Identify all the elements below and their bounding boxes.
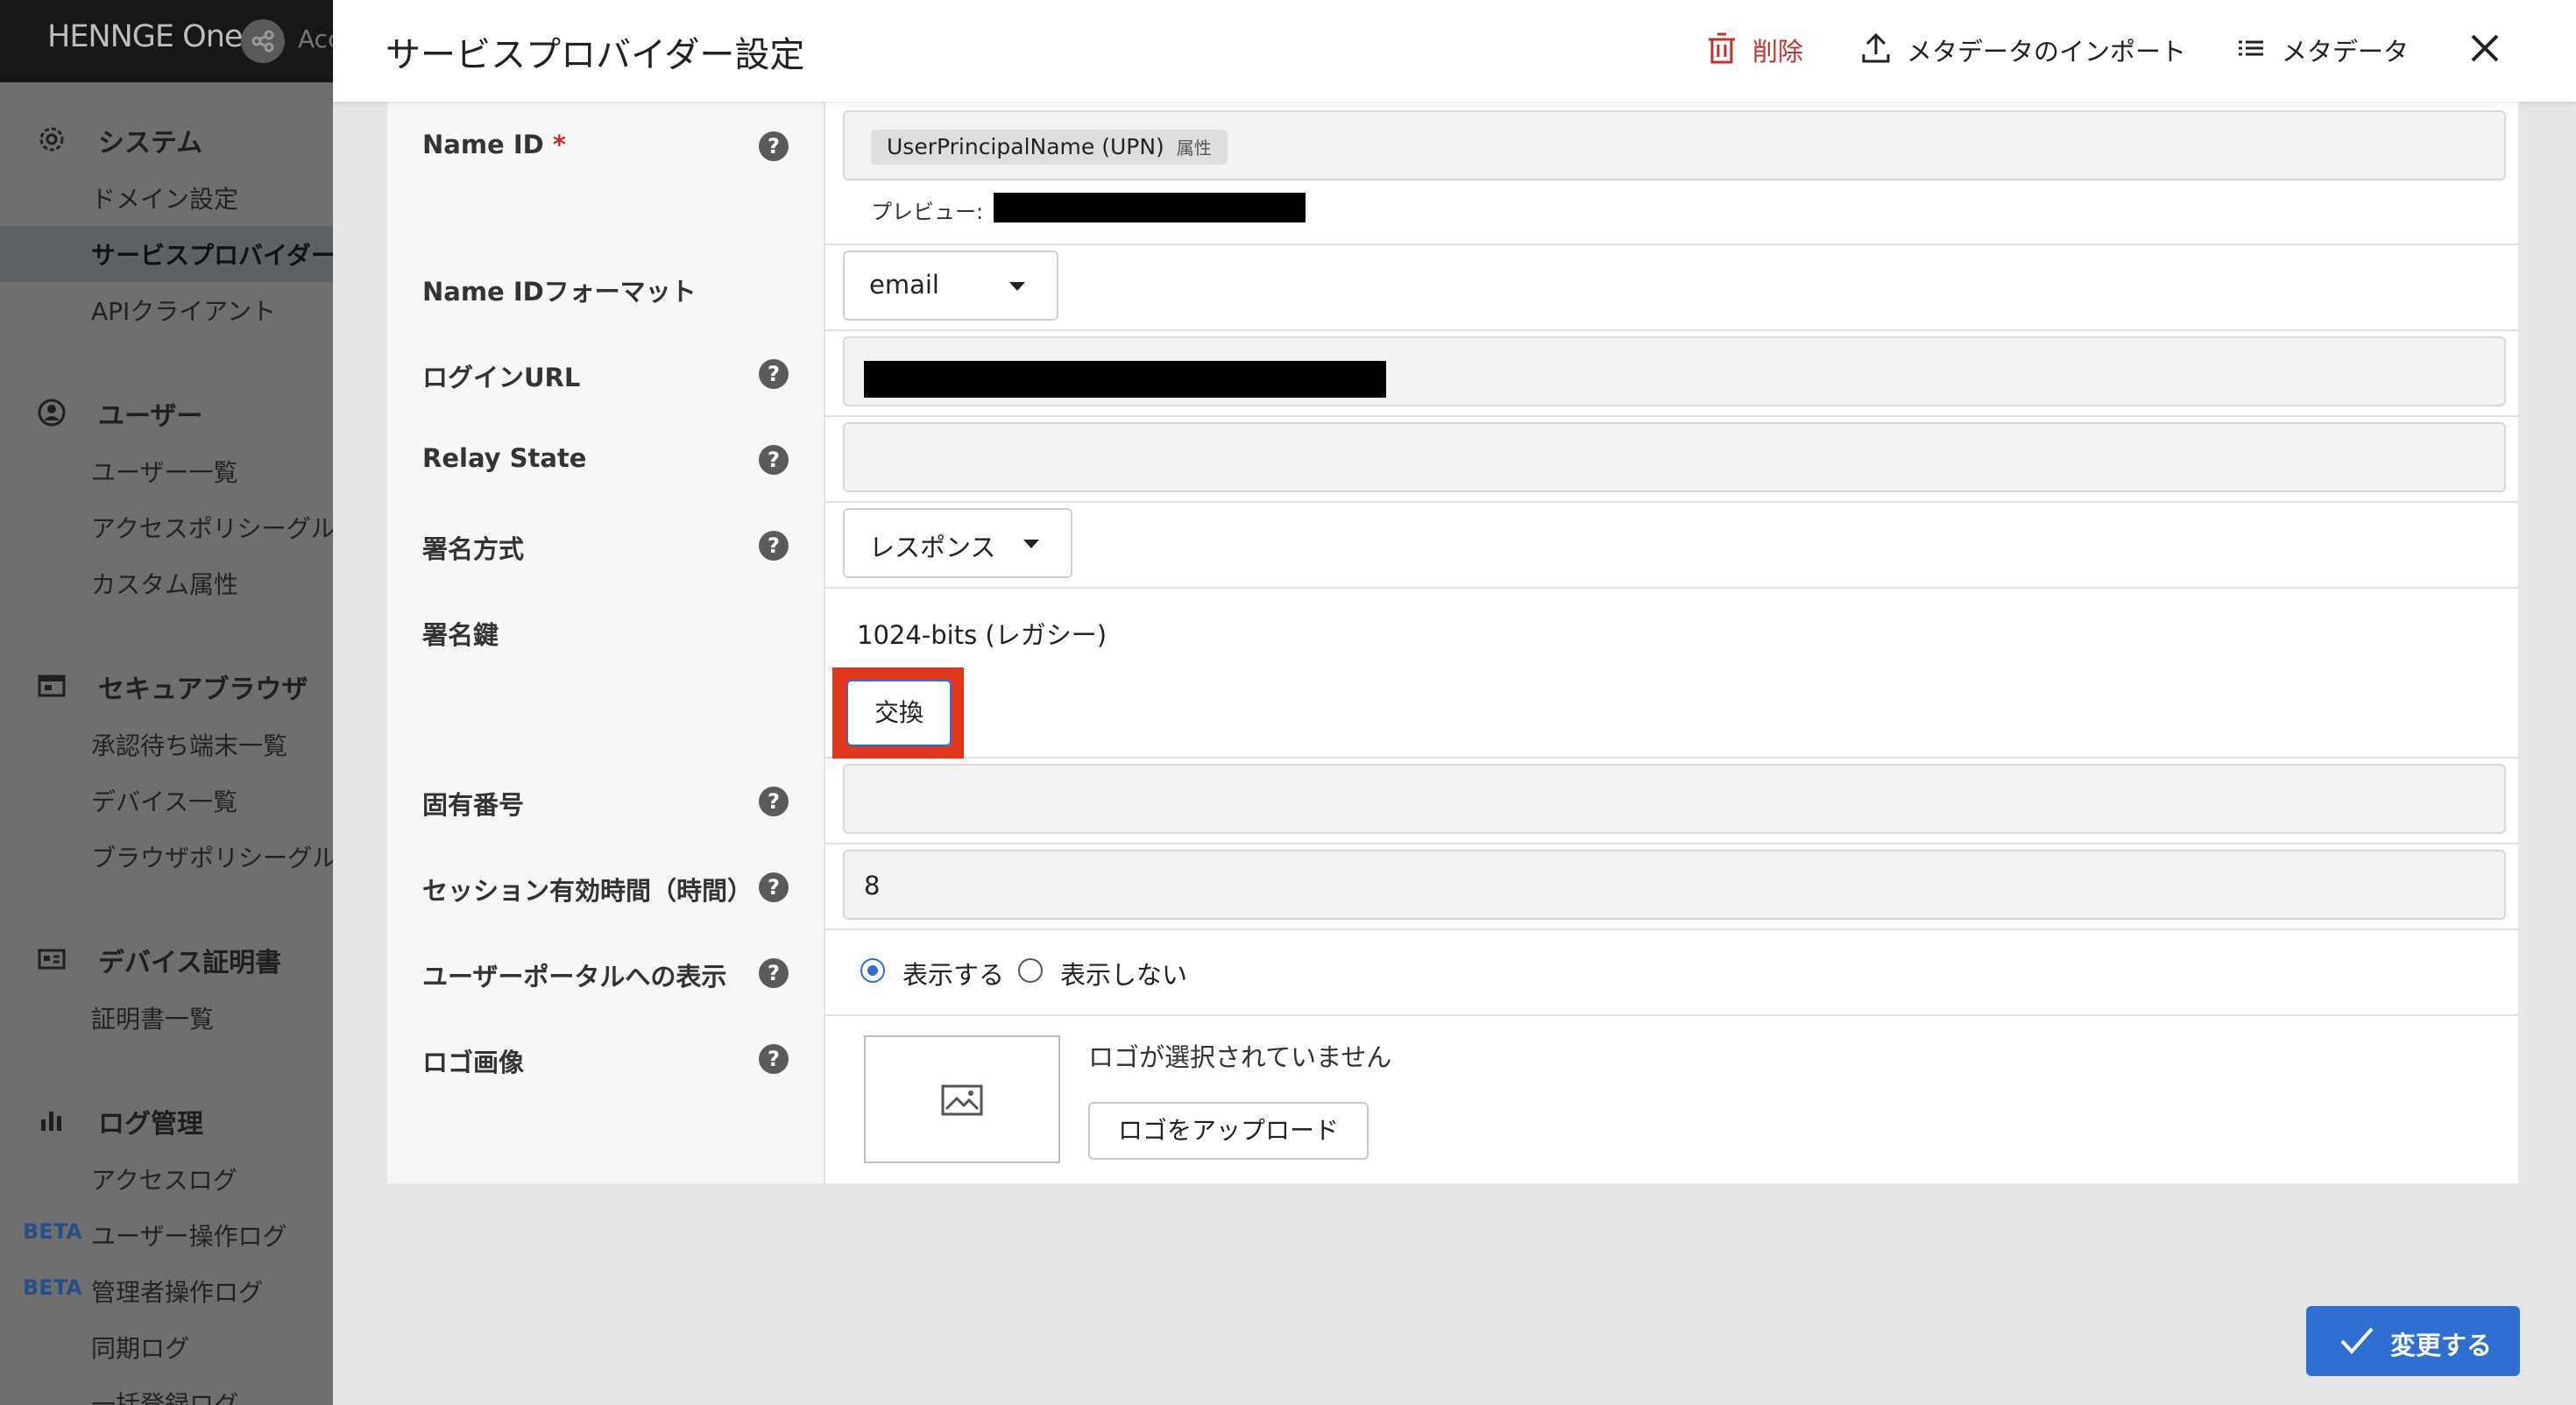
logo-preview bbox=[864, 1035, 1060, 1163]
close-icon[interactable] bbox=[2468, 32, 2502, 65]
upload-icon bbox=[1862, 32, 1890, 63]
help-icon[interactable]: ? bbox=[759, 531, 789, 561]
drawer-header: サービスプロバイダー設定 削除 メタデータのインポート メタデータ bbox=[333, 0, 2576, 102]
beta-badge: BETA bbox=[23, 1275, 82, 1300]
sidebar-item-domain[interactable]: ドメイン設定 bbox=[91, 180, 238, 215]
radio-hide[interactable] bbox=[1018, 958, 1043, 983]
logo-status: ロゴが選択されていません bbox=[1088, 1042, 1392, 1072]
import-metadata-button[interactable]: メタデータのインポート bbox=[1861, 32, 2194, 67]
sidebar-item-sync-log[interactable]: 同期ログ bbox=[91, 1330, 189, 1365]
signing-key-label: 署名鍵 bbox=[422, 620, 499, 650]
list-icon bbox=[2239, 40, 2263, 56]
help-icon[interactable]: ? bbox=[759, 131, 789, 161]
delete-button[interactable]: 削除 bbox=[1707, 32, 1865, 67]
radio-hide-label[interactable]: 表示しない bbox=[1060, 955, 1187, 992]
brand-logo-text: HENNGE One bbox=[47, 19, 243, 54]
sidebar-item-bulk-log[interactable]: 一括登録ログ bbox=[91, 1386, 238, 1405]
name-id-label: Name ID * bbox=[422, 130, 566, 159]
submit-button[interactable]: 変更する bbox=[2306, 1306, 2520, 1376]
row-login-url: ログインURL ? bbox=[387, 329, 2518, 417]
session-hours-label: セッション有効時間（時間） bbox=[422, 876, 754, 906]
relay-state-input[interactable] bbox=[843, 422, 2506, 492]
brand-subtitle: Acc bbox=[298, 25, 333, 53]
sidebar-item-service-provider[interactable]: サービスプロバイダー bbox=[91, 237, 333, 272]
bar-chart-icon bbox=[41, 1112, 61, 1131]
signing-method-select[interactable]: レスポンス bbox=[843, 508, 1072, 578]
session-hours-input[interactable]: 8 bbox=[843, 850, 2506, 920]
sidebar-item-access-log[interactable]: アクセスログ bbox=[91, 1161, 237, 1197]
signing-key-value: 1024-bits (レガシー) bbox=[857, 620, 1108, 650]
portal-display-label: ユーザーポータルへの表示 bbox=[422, 962, 727, 992]
brand-logo-icon bbox=[241, 19, 285, 63]
unique-number-label: 固有番号 bbox=[422, 790, 525, 820]
row-name-id-format: Name IDフォーマット email bbox=[387, 244, 2518, 331]
row-relay-state: Relay State ? bbox=[387, 415, 2518, 503]
sidebar-item-api-client[interactable]: APIクライアント bbox=[91, 293, 276, 328]
rotate-key-button[interactable]: 交換 bbox=[846, 680, 952, 746]
row-session-hours: セッション有効時間（時間） ? 8 bbox=[387, 843, 2518, 930]
sidebar-item-cert-list[interactable]: 証明書一覧 bbox=[91, 1000, 214, 1035]
preview-label: プレビュー: bbox=[871, 200, 984, 224]
row-portal-display: ユーザーポータルへの表示 ? 表示する 表示しない bbox=[387, 928, 2518, 1016]
sidebar-item-access-policy[interactable]: アクセスポリシーグル bbox=[91, 510, 333, 545]
help-icon[interactable]: ? bbox=[759, 872, 789, 902]
page-title: サービスプロバイダー設定 bbox=[386, 35, 805, 75]
trash-icon bbox=[1709, 32, 1735, 64]
row-signing-key: 署名鍵 1024-bits (レガシー) 交換 bbox=[387, 587, 2518, 759]
signing-method-label: 署名方式 bbox=[422, 534, 525, 564]
help-icon[interactable]: ? bbox=[759, 787, 789, 816]
caret-down-icon bbox=[1023, 540, 1039, 548]
unique-number-input[interactable] bbox=[843, 764, 2506, 834]
check-icon bbox=[2340, 1327, 2374, 1354]
sidebar-item-custom-attr[interactable]: カスタム属性 bbox=[91, 566, 238, 601]
settings-drawer: サービスプロバイダー設定 削除 メタデータのインポート メタデータ Name I… bbox=[333, 0, 2576, 1405]
row-unique-number: 固有番号 ? bbox=[387, 757, 2518, 844]
sidebar: HENNGE One Acc システム ドメイン設定 サービスプロバイダー AP… bbox=[0, 0, 333, 1405]
sidebar-item-user-op-log[interactable]: ユーザー操作ログ bbox=[91, 1218, 287, 1253]
preview-redacted bbox=[994, 193, 1306, 222]
radio-show-label[interactable]: 表示する bbox=[902, 955, 1004, 992]
help-icon[interactable]: ? bbox=[759, 1044, 789, 1074]
name-id-chip[interactable]: UserPrincipalName (UPN) 属性 bbox=[871, 130, 1228, 165]
sidebar-item-pending-devices[interactable]: 承認待ち端末一覧 bbox=[91, 727, 287, 762]
user-circle-icon bbox=[38, 399, 66, 427]
row-name-id: Name ID * ? UserPrincipalName (UPN) 属性 プレ… bbox=[387, 102, 2518, 245]
sidebar-item-devices[interactable]: デバイス一覧 bbox=[91, 783, 237, 818]
login-url-label: ログインURL bbox=[422, 363, 581, 392]
certificate-icon bbox=[38, 949, 66, 970]
row-logo: ロゴ画像 ? ロゴが選択されていません ロゴをアップロード bbox=[387, 1014, 2518, 1183]
row-signing-method: 署名方式 ? レスポンス bbox=[387, 501, 2518, 589]
login-url-input[interactable] bbox=[843, 336, 2506, 406]
name-id-format-label: Name IDフォーマット bbox=[422, 277, 697, 307]
image-placeholder-icon bbox=[941, 1084, 983, 1116]
logo-label: ロゴ画像 bbox=[422, 1048, 525, 1077]
help-icon[interactable]: ? bbox=[759, 445, 789, 475]
name-id-field[interactable]: UserPrincipalName (UPN) 属性 bbox=[843, 110, 2506, 180]
radio-show[interactable] bbox=[860, 958, 885, 983]
caret-down-icon bbox=[1009, 282, 1025, 291]
help-icon[interactable]: ? bbox=[759, 958, 789, 988]
name-id-format-select[interactable]: email bbox=[843, 251, 1058, 321]
top-bar: HENNGE One Acc bbox=[0, 0, 333, 82]
relay-state-label: Relay State bbox=[422, 443, 587, 473]
sidebar-item-admin-op-log[interactable]: 管理者操作ログ bbox=[91, 1274, 263, 1309]
sidebar-item-user-list[interactable]: ユーザー一覧 bbox=[91, 454, 237, 489]
sp-settings-form: Name ID * ? UserPrincipalName (UPN) 属性 プレ… bbox=[387, 102, 2518, 1183]
upload-logo-button[interactable]: ロゴをアップロード bbox=[1088, 1102, 1369, 1160]
help-icon[interactable]: ? bbox=[759, 359, 789, 389]
login-url-redacted bbox=[864, 361, 1386, 398]
metadata-button[interactable]: メタデータ bbox=[2236, 32, 2411, 67]
browser-icon bbox=[38, 674, 66, 697]
gear-icon bbox=[39, 127, 64, 152]
beta-badge: BETA bbox=[23, 1219, 82, 1244]
sidebar-item-browser-policy[interactable]: ブラウザポリシーグル bbox=[91, 839, 333, 874]
